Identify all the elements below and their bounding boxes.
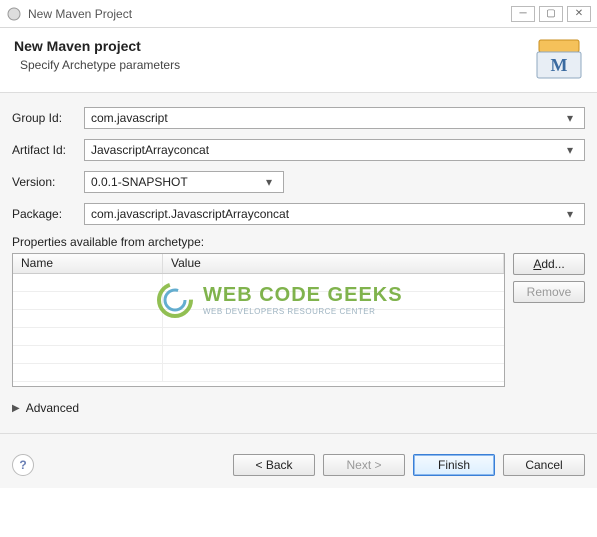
group-id-input[interactable]: com.javascript ▾ <box>84 107 585 129</box>
chevron-down-icon: ▾ <box>562 111 578 125</box>
package-input[interactable]: com.javascript.JavascriptArrayconcat ▾ <box>84 203 585 225</box>
wizard-body: Group Id: com.javascript ▾ Artifact Id: … <box>0 93 597 442</box>
close-button[interactable]: ✕ <box>567 6 591 22</box>
page-subtitle: Specify Archetype parameters <box>20 58 535 72</box>
add-button[interactable]: Add... <box>513 253 585 275</box>
artifact-id-label: Artifact Id: <box>12 143 84 157</box>
properties-section-label: Properties available from archetype: <box>12 235 585 249</box>
column-header-value[interactable]: Value <box>163 254 504 273</box>
table-row <box>13 292 504 310</box>
chevron-down-icon: ▾ <box>261 175 277 189</box>
table-row <box>13 310 504 328</box>
cancel-button[interactable]: Cancel <box>503 454 585 476</box>
package-label: Package: <box>12 207 84 221</box>
caret-right-icon: ▶ <box>12 403 20 414</box>
table-row <box>13 274 504 292</box>
column-header-name[interactable]: Name <box>13 254 163 273</box>
table-row <box>13 328 504 346</box>
maven-wizard-icon: M <box>535 38 583 80</box>
svg-text:M: M <box>551 55 568 75</box>
divider <box>0 433 597 434</box>
artifact-id-input[interactable]: JavascriptArrayconcat ▾ <box>84 139 585 161</box>
titlebar: New Maven Project ─ ▢ ✕ <box>0 0 597 28</box>
eclipse-wizard-icon <box>6 6 22 22</box>
chevron-down-icon: ▾ <box>562 143 578 157</box>
remove-button: Remove <box>513 281 585 303</box>
back-button[interactable]: < Back <box>233 454 315 476</box>
advanced-label: Advanced <box>26 401 79 415</box>
finish-button[interactable]: Finish <box>413 454 495 476</box>
wizard-header: New Maven project Specify Archetype para… <box>0 28 597 93</box>
chevron-down-icon: ▾ <box>562 207 578 221</box>
group-id-label: Group Id: <box>12 111 84 125</box>
next-button: Next > <box>323 454 405 476</box>
wizard-footer: ? < Back Next > Finish Cancel <box>0 442 597 488</box>
table-row <box>13 364 504 382</box>
advanced-expander[interactable]: ▶ Advanced <box>12 401 585 415</box>
help-icon[interactable]: ? <box>12 454 34 476</box>
window-title: New Maven Project <box>28 7 507 21</box>
maximize-button[interactable]: ▢ <box>539 6 563 22</box>
page-title: New Maven project <box>14 38 535 54</box>
version-label: Version: <box>12 175 84 189</box>
minimize-button[interactable]: ─ <box>511 6 535 22</box>
properties-table[interactable]: Name Value WEB CODE GEEKS WEB DEVELOPERS <box>12 253 505 387</box>
table-row <box>13 346 504 364</box>
version-input[interactable]: 0.0.1-SNAPSHOT ▾ <box>84 171 284 193</box>
